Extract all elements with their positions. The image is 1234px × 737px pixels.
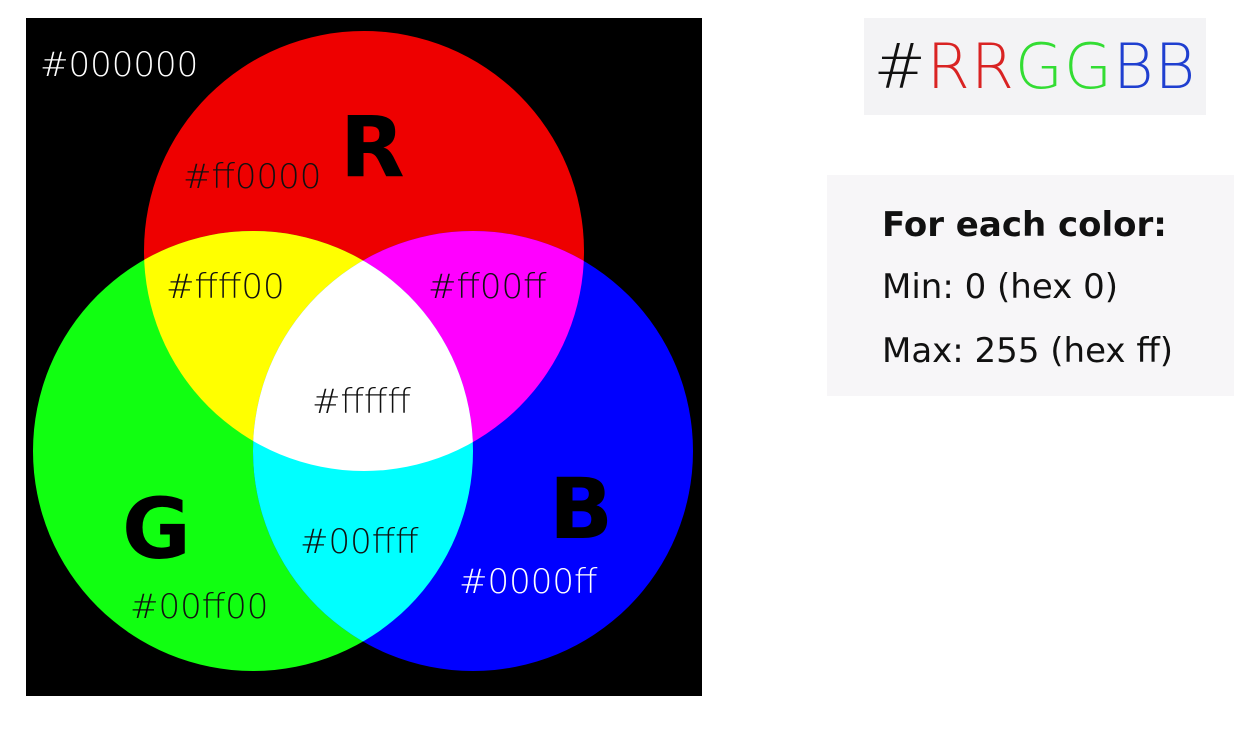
green-hex-label: #00ff00 <box>130 587 268 627</box>
rgb-venn-diagram: #000000 R #ff0000 #ffff00 #ff00ff #fffff… <box>26 18 702 696</box>
max-value-line: Max: 255 (hex ff) <box>882 331 1174 371</box>
red-letter: R <box>340 98 405 196</box>
hex-format-title: # RR GG BB <box>864 18 1206 115</box>
slide: #000000 R #ff0000 #ffff00 #ff00ff #fffff… <box>0 0 1234 737</box>
white-hex-label: #ffffff <box>312 382 411 422</box>
info-box: For each color: Min: 0 (hex 0) Max: 255 … <box>827 175 1234 396</box>
info-heading: For each color: <box>882 205 1167 245</box>
cyan-hex-label: #00ffff <box>300 522 419 562</box>
title-red-part: RR <box>926 30 1015 103</box>
green-letter: G <box>122 480 191 578</box>
yellow-hex-label: #ffff00 <box>166 267 285 307</box>
black-hex-label: #000000 <box>40 45 198 85</box>
title-blue-part: BB <box>1113 30 1197 103</box>
venn-svg: #000000 R #ff0000 #ffff00 #ff00ff #fffff… <box>33 31 693 671</box>
min-value-line: Min: 0 (hex 0) <box>882 267 1118 307</box>
magenta-hex-label: #ff00ff <box>428 267 547 307</box>
red-hex-label: #ff0000 <box>183 157 321 197</box>
title-hash: # <box>873 30 927 103</box>
title-green-part: GG <box>1014 30 1113 103</box>
blue-letter: B <box>549 460 613 558</box>
blue-hex-label: #0000ff <box>459 562 598 602</box>
